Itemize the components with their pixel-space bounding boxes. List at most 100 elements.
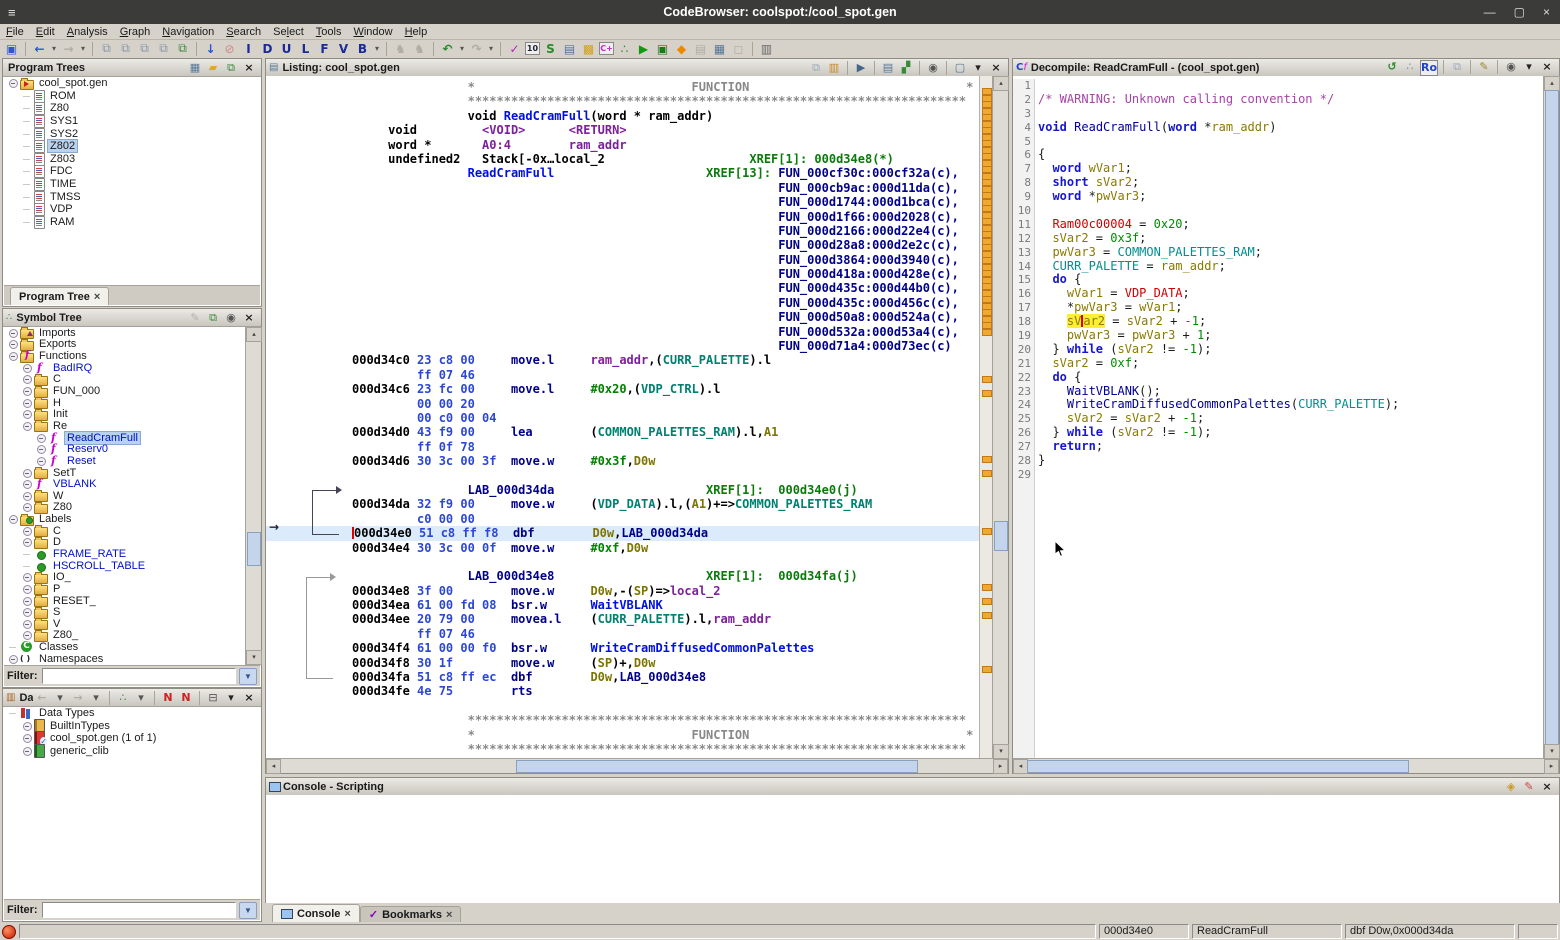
close-icon[interactable]: × <box>1539 60 1555 74</box>
listing-line[interactable]: 000d34da 32 f9 00 move.w (VDP_DATA).l,(A… <box>352 497 980 511</box>
decompile-line[interactable]: 10 <box>1013 204 1544 218</box>
panel-menu-icon[interactable]: ▾ <box>970 61 986 75</box>
change-marker[interactable] <box>982 376 992 383</box>
data-type-u-icon[interactable]: U <box>278 41 295 57</box>
listing-change-markers[interactable] <box>979 76 993 759</box>
listing-line[interactable]: FUN_000d435c:000d456c(c), <box>352 296 980 310</box>
listing-line[interactable]: FUN_000d435c:000d44b0(c), <box>352 281 980 295</box>
decompile-header[interactable]: Cf Decompile: ReadCramFull - (cool_spot.… <box>1013 59 1559 77</box>
listing-line[interactable]: 000d34e8 3f 00 move.w D0w,-(SP)=>local_2 <box>352 584 980 598</box>
save-tree-icon[interactable]: ⧉ <box>223 61 239 75</box>
diamond-icon[interactable]: ◆ <box>673 41 690 57</box>
tree-item-h[interactable]: H <box>4 397 246 409</box>
decompile-line[interactable]: 29 <box>1013 468 1544 482</box>
panel-menu-icon[interactable]: ▾ <box>1521 60 1537 74</box>
decompile-line[interactable]: 11 Ram00c00004 = 0x20; <box>1013 218 1544 232</box>
expand-handle-icon[interactable] <box>22 607 32 617</box>
tree-item-re[interactable]: Re <box>4 420 246 432</box>
expand-handle-icon[interactable] <box>22 386 32 396</box>
decompile-vscrollbar[interactable]: ▴ ▾ <box>1543 76 1559 759</box>
tree-item-fun-000[interactable]: FUN_000 <box>4 385 246 397</box>
tab-bookmarks[interactable]: ✓ Bookmarks × <box>360 906 462 922</box>
tree-item-labels[interactable]: Labels <box>4 513 246 525</box>
analysis-status-icon[interactable] <box>2 925 16 939</box>
close-icon[interactable]: × <box>241 61 257 75</box>
scroll-down-icon[interactable]: ▾ <box>993 744 1009 759</box>
decompile-line[interactable]: 2/* WARNING: Unknown calling convention … <box>1013 93 1544 107</box>
expand-handle-icon[interactable] <box>8 654 18 664</box>
menu-edit[interactable]: Edit <box>30 26 61 38</box>
decompile-line[interactable]: 6{ <box>1013 148 1544 162</box>
listing-line[interactable]: LAB_000d34da XREF[1]: 000d34e0(j) <box>352 483 980 497</box>
listing-line[interactable]: c0 00 00 <box>352 512 980 526</box>
listing-line[interactable]: 000d34ee 20 79 00 movea.l (CURR_PALETTE)… <box>352 612 980 626</box>
edit-fields-icon[interactable]: ▤ <box>880 61 896 75</box>
listing-line[interactable]: 000d34d6 30 3c 00 3f move.w #0x3f,D0w <box>352 454 980 468</box>
menu-help[interactable]: Help <box>399 26 434 38</box>
window-menu-icon[interactable]: ≡ <box>8 5 16 20</box>
nav-back-menu-icon[interactable]: ▾ <box>50 41 58 57</box>
data-type-i-icon[interactable]: I <box>240 41 257 57</box>
filter-options-icon[interactable]: ▼ <box>239 902 257 919</box>
tree-item-z803[interactable]: Z803 <box>4 153 260 166</box>
change-marker[interactable] <box>982 329 992 336</box>
conflict-menu-icon[interactable]: ▾ <box>133 691 149 705</box>
tree-item-sys2[interactable]: SYS2 <box>4 127 260 140</box>
menu-graph[interactable]: Graph <box>114 26 157 38</box>
edit-icon[interactable]: ✎ <box>1476 60 1492 74</box>
redo-menu-icon[interactable]: ▾ <box>487 41 495 57</box>
scroll-down-icon[interactable]: ▾ <box>1544 744 1560 759</box>
menu-navigation[interactable]: Navigation <box>156 26 220 38</box>
scroll-down-icon[interactable]: ▾ <box>246 650 262 665</box>
expand-handle-icon[interactable] <box>36 433 46 443</box>
listing-line[interactable]: FUN_000d28a8:000d2e2c(c), <box>352 238 980 252</box>
duplicate-icon[interactable]: ⧉ <box>155 41 172 57</box>
listing-line[interactable]: void <VOID> <RETURN> <box>352 123 980 137</box>
tree-item-frame-rate[interactable]: FRAME_RATE <box>4 548 246 560</box>
expand-handle-icon[interactable] <box>22 374 32 384</box>
listing-line[interactable]: 000d34d0 43 f9 00 lea (COMMON_PALETTES_R… <box>352 425 980 439</box>
menu-file[interactable]: File <box>0 26 30 38</box>
close-icon[interactable]: × <box>1539 780 1555 794</box>
redo-icon[interactable]: ↷ <box>468 41 485 57</box>
menu-search[interactable]: Search <box>220 26 267 38</box>
back-menu-icon[interactable]: ▾ <box>52 691 68 705</box>
dragon-icon[interactable]: ♞ <box>392 41 409 57</box>
tree-item-data-types[interactable]: Data Types <box>4 707 260 720</box>
tree-item-init[interactable]: Init <box>4 408 246 420</box>
filter-arrays-icon[interactable]: N <box>160 691 176 705</box>
open-folder-icon[interactable]: ▰ <box>205 61 221 75</box>
tree-item-fdc[interactable]: FDC <box>4 165 260 178</box>
nav-forward-icon[interactable]: → <box>70 691 86 705</box>
filter-options-icon[interactable]: ▼ <box>239 668 257 685</box>
decompile-line[interactable]: 3 <box>1013 107 1544 121</box>
scroll-up-icon[interactable]: ▴ <box>993 76 1009 91</box>
listing-hscrollbar[interactable]: ◂ ▸ <box>266 758 1008 773</box>
listing-line[interactable]: 000d34fe 4e 75 rts <box>352 684 980 698</box>
decompile-line[interactable]: 19 pwVar3 = pwVar3 + 1; <box>1013 329 1544 343</box>
register-icon[interactable]: ▩ <box>580 41 597 57</box>
listing-header[interactable]: ▤ Listing: cool_spot.gen ⧉▥▶▤▞◉▢▾× <box>266 59 1008 77</box>
listing-line[interactable]: ff 0f 78 <box>352 440 980 454</box>
tree-item-exports[interactable]: Exports <box>4 339 246 351</box>
symbol-filter-input[interactable] <box>42 668 236 684</box>
listing-line[interactable]: FUN_000cb9ac:000d11da(c), <box>352 181 980 195</box>
tree-item-io[interactable]: IO_ <box>4 571 246 583</box>
tree-item-sys1[interactable]: SYS1 <box>4 115 260 128</box>
tree-item-v[interactable]: V <box>4 618 246 630</box>
decompile-line[interactable]: 18 sVar2 = sVar2 + -1; <box>1013 315 1544 329</box>
snapshot-icon[interactable]: ◉ <box>1503 60 1519 74</box>
listing-line[interactable]: FUN_000d1744:000d1bca(c), <box>352 195 980 209</box>
decompile-view[interactable]: 12/* WARNING: Unknown calling convention… <box>1013 76 1544 759</box>
decompile-line[interactable]: 17 *pwVar3 = wVar1; <box>1013 301 1544 315</box>
listing-line[interactable]: ReadCramFull XREF[13]: FUN_000cf30c:000c… <box>352 166 980 180</box>
memory-chip-icon[interactable]: ▥ <box>758 41 775 57</box>
decompile-line[interactable]: 9 word *pwVar3; <box>1013 190 1544 204</box>
tree-item-rom[interactable]: ROM <box>4 90 260 103</box>
scroll-right-icon[interactable]: ▸ <box>993 759 1008 774</box>
tree-item-readcramfull[interactable]: ReadCramFull <box>4 432 246 444</box>
tree-item-reset[interactable]: RESET_ <box>4 595 246 607</box>
decompile-line[interactable]: 7 word wVar1; <box>1013 162 1544 176</box>
data-type-v-icon[interactable]: V <box>335 41 352 57</box>
lock-icon[interactable]: ◻ <box>730 41 747 57</box>
